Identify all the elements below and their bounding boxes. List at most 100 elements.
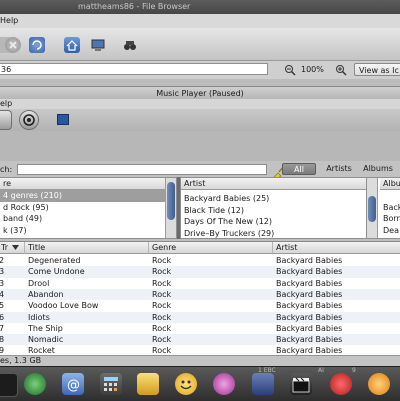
stop-icon: [9, 41, 17, 49]
calculator-icon[interactable]: [100, 373, 122, 395]
home-icon: [66, 40, 78, 51]
album-pane: Albu Back Born Dea: [366, 177, 400, 239]
reload-button[interactable]: [29, 37, 45, 53]
binoculars-icon: [124, 41, 136, 50]
globe-icon[interactable]: [24, 373, 46, 395]
menu-help[interactable]: elp: [0, 99, 12, 108]
music-player-titlebar: Music Player (Paused): [0, 86, 400, 100]
column-header-artist[interactable]: Artist: [273, 242, 400, 254]
track-row[interactable]: 6 Idiots Rock Backyard Babies: [0, 311, 400, 323]
track-genre: Rock: [152, 323, 172, 333]
smiley-icon[interactable]: [175, 373, 197, 395]
track-genre: Rock: [152, 256, 172, 265]
mail-icon[interactable]: @: [62, 373, 84, 395]
genre-row[interactable]: band (49): [0, 213, 176, 225]
genre-row[interactable]: d Rock (95): [0, 202, 176, 214]
track-title: Degenerated: [28, 256, 81, 265]
play-button[interactable]: [0, 110, 12, 130]
column-header-track[interactable]: Tr: [0, 242, 25, 254]
track-row[interactable]: 8 Nomadic Rock Backyard Babies: [0, 334, 400, 346]
computer-button[interactable]: [90, 37, 106, 53]
track-genre: Rock: [152, 278, 172, 288]
track-number: 3: [0, 278, 4, 289]
zoom-level: 100%: [301, 65, 324, 74]
genre-scrollbar[interactable]: [165, 178, 176, 238]
track-row[interactable]: 7 The Ship Rock Backyard Babies: [0, 323, 400, 334]
track-row[interactable]: 5 Voodoo Love Bow Rock Backyard Babies: [0, 300, 400, 311]
zoom-out-icon[interactable]: [284, 64, 296, 76]
tray-text: 1 EBC: [258, 367, 276, 374]
file-browser-titlebar: mattheams86 - File Browser: [0, 0, 400, 14]
filter-albums-tab[interactable]: Albums: [360, 163, 396, 175]
track-list: Tr Title Genre Artist 2 Degenerated Rock Ba…: [0, 241, 400, 356]
artist-row[interactable]: Days Of The New (12): [181, 216, 377, 228]
view-as-dropdown[interactable]: View as Ic: [354, 63, 400, 76]
column-header-title[interactable]: Title: [25, 242, 149, 254]
media-icon[interactable]: [252, 373, 274, 395]
track-row[interactable]: 4 Abandon Rock Backyard Babies: [0, 288, 400, 301]
album-row[interactable]: Born: [380, 213, 400, 225]
album-row[interactable]: Back: [380, 202, 400, 214]
zoom-in-icon[interactable]: [335, 64, 347, 76]
genre-scroll-thumb[interactable]: [167, 182, 175, 220]
search-button[interactable]: [122, 37, 138, 53]
album-scroll-thumb[interactable]: [368, 196, 376, 222]
track-genre: Rock: [152, 267, 172, 277]
search-label: ch:: [0, 165, 13, 174]
track-artist: Backyard Babies: [276, 301, 343, 311]
search-input[interactable]: [17, 164, 284, 178]
artist-row[interactable]: Backyard Babies (25): [181, 193, 377, 205]
track-number: 3: [0, 266, 4, 277]
track-number: 4: [0, 289, 4, 300]
album-scrollbar[interactable]: [367, 178, 378, 238]
location-input[interactable]: 36: [0, 63, 268, 75]
player-info-area: [0, 131, 400, 161]
file-browser-menubar: Help: [0, 14, 400, 28]
track-genre: Rock: [152, 335, 172, 345]
track-row[interactable]: 3 Come Undone Rock Backyard Babies: [0, 266, 400, 278]
track-title: Nomadic: [28, 335, 64, 345]
tray-text: AI: [318, 367, 324, 374]
track-number: 7: [0, 323, 4, 334]
track-title: Drool: [28, 278, 50, 288]
home-button[interactable]: [64, 37, 80, 53]
artist-pane-header[interactable]: Artist: [181, 178, 377, 190]
artist-row[interactable]: Black Tide (12): [181, 205, 377, 217]
album-row[interactable]: [380, 190, 400, 202]
column-header-genre[interactable]: Genre: [149, 242, 273, 254]
library-summary: es, 1.3 GB: [0, 356, 42, 365]
track-artist: Backyard Babies: [276, 335, 343, 345]
reload-icon: [32, 40, 42, 50]
album-row[interactable]: Dea: [380, 225, 400, 237]
track-column-label: Tr: [1, 243, 8, 252]
genre-pane: re 4 genres (210) d Rock (95) band (49) …: [0, 177, 177, 239]
visualization-icon[interactable]: [57, 114, 69, 125]
track-row[interactable]: 2 Degenerated Rock Backyard Babies: [0, 255, 400, 266]
search-bar: ch: All Artists Albums: [0, 161, 400, 178]
taskbar: @ 1 EBC AI 9: [0, 366, 400, 401]
genre-row[interactable]: 4 genres (210): [0, 190, 176, 202]
desktop-icon[interactable]: [0, 373, 18, 397]
genre-row[interactable]: k (37): [0, 225, 176, 237]
album-pane-header[interactable]: Albu: [380, 178, 400, 190]
firefox-icon[interactable]: [368, 373, 390, 395]
track-artist: Backyard Babies: [276, 289, 343, 299]
genre-pane-header[interactable]: re: [0, 178, 176, 190]
artist-row[interactable]: Drive–By Truckers (29): [181, 228, 377, 239]
stop-button[interactable]: [5, 37, 21, 53]
video-icon[interactable]: [290, 373, 312, 395]
menu-help[interactable]: Help: [0, 16, 18, 25]
music-player-toolbar: [0, 109, 400, 131]
track-title: Idiots: [28, 312, 50, 322]
artist-pane: Artist Backyard Babies (25) Black Tide (…: [180, 177, 378, 239]
filter-artists-tab[interactable]: Artists: [322, 163, 356, 175]
track-artist: Backyard Babies: [276, 267, 343, 277]
track-row[interactable]: 3 Drool Rock Backyard Babies: [0, 278, 400, 289]
track-number: 8: [0, 334, 4, 345]
repeat-button[interactable]: [19, 110, 39, 130]
record-icon[interactable]: [330, 373, 352, 395]
filter-all-tab[interactable]: All: [282, 163, 316, 175]
files-icon[interactable]: [137, 373, 159, 395]
chat-icon[interactable]: [213, 373, 235, 395]
track-title: Voodoo Love Bow: [28, 301, 99, 311]
